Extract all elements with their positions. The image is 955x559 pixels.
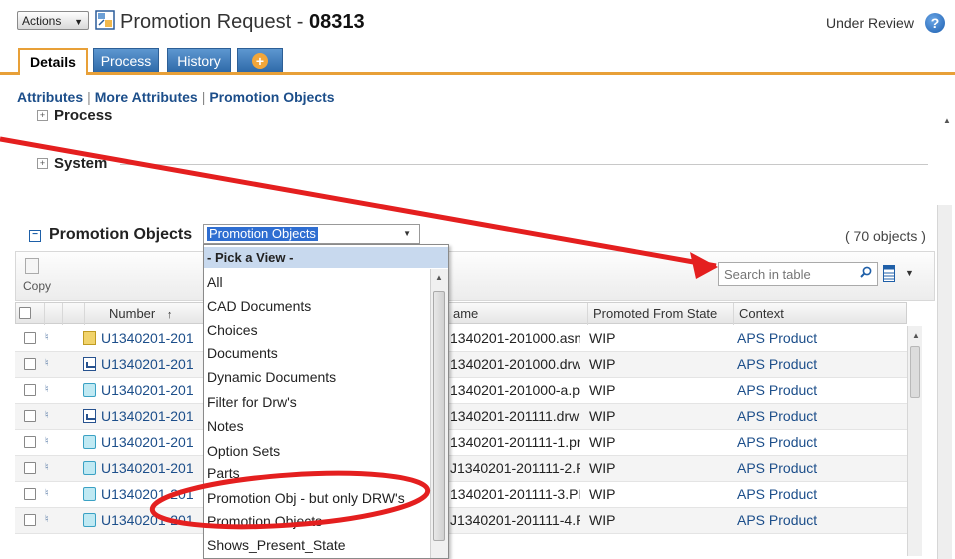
row-info-icon[interactable]: ♮ <box>45 385 57 395</box>
dropdown-option[interactable]: Dynamic Documents <box>207 367 336 387</box>
row-name: 1340201-201111.drw <box>450 408 580 424</box>
row-name: 1340201-201111-3.PRT <box>450 486 580 502</box>
dropdown-option[interactable]: Filter for Drw's <box>207 392 297 412</box>
prt-type-icon <box>83 461 96 475</box>
row-number-link[interactable]: U1340201-201 <box>101 326 203 351</box>
row-info-icon[interactable]: ♮ <box>45 333 57 343</box>
prt-type-icon <box>83 435 96 449</box>
row-number-link[interactable]: U1340201-201 <box>101 404 203 429</box>
row-context-link[interactable]: APS Product <box>737 378 857 403</box>
row-info-icon[interactable]: ♮ <box>45 515 57 525</box>
row-state: WIP <box>589 486 616 502</box>
table-row[interactable]: ♮ U1340201-201 1340201-201000-a.prt WIP APS … <box>15 378 907 404</box>
row-name: J1340201-201111-4.P... <box>450 512 580 528</box>
row-context-link[interactable]: APS Product <box>737 326 857 351</box>
dropdown-option[interactable]: Option Sets <box>207 441 280 461</box>
row-name: 1340201-201111-1.prt <box>450 434 580 450</box>
table-body: ♮ U1340201-201 1340201-201000.asm WIP APS Pr… <box>0 0 955 559</box>
row-number-link[interactable]: U1340201-201 <box>101 352 203 377</box>
row-number-link[interactable]: U1340201-201 <box>101 508 203 533</box>
dropdown-option[interactable]: Documents <box>207 343 278 363</box>
row-info-icon[interactable]: ♮ <box>45 359 57 369</box>
row-checkbox[interactable] <box>24 488 36 500</box>
dropdown-option[interactable]: All <box>207 272 223 292</box>
scroll-up-icon[interactable]: ▲ <box>912 331 920 340</box>
row-context-link[interactable]: APS Product <box>737 352 857 377</box>
row-state: WIP <box>589 408 616 424</box>
row-info-icon[interactable]: ♮ <box>45 463 57 473</box>
row-name: 1340201-201000.asm <box>450 330 580 346</box>
dropdown-option[interactable]: Promotion Objects <box>207 511 322 531</box>
row-checkbox[interactable] <box>24 436 36 448</box>
row-state: WIP <box>589 512 616 528</box>
table-row[interactable]: ♮ U1340201-201 1340201-201111.drw WIP APS Pr… <box>15 404 907 430</box>
row-checkbox[interactable] <box>24 332 36 344</box>
row-number-link[interactable]: U1340201-201 <box>101 456 203 481</box>
table-row[interactable]: ♮ U1340201-201 1340201-201111-3.PRT WIP APS … <box>15 482 907 508</box>
prt-type-icon <box>83 513 96 527</box>
dropdown-option[interactable]: Choices <box>207 320 258 340</box>
asm-type-icon <box>83 331 96 345</box>
prt-type-icon <box>83 487 96 501</box>
row-checkbox[interactable] <box>24 462 36 474</box>
table-scrollbar[interactable]: ▲ <box>907 326 922 556</box>
row-context-link[interactable]: APS Product <box>737 404 857 429</box>
row-state: WIP <box>589 330 616 346</box>
row-info-icon[interactable]: ♮ <box>45 437 57 447</box>
row-context-link[interactable]: APS Product <box>737 482 857 507</box>
view-dropdown-list: - Pick a View - All CAD Documents Choices D… <box>203 244 449 559</box>
row-number-link[interactable]: U1340201-201 <box>101 430 203 455</box>
table-row[interactable]: ♮ U1340201-201 1340201-201000.drw WIP APS Pr… <box>15 352 907 378</box>
dropdown-scrollbar-thumb[interactable] <box>433 291 445 541</box>
row-checkbox[interactable] <box>24 384 36 396</box>
table-scrollbar-thumb[interactable] <box>910 346 920 398</box>
row-state: WIP <box>589 382 616 398</box>
row-name: 1340201-201000-a.prt <box>450 382 580 398</box>
table-row[interactable]: ♮ U1340201-201 1340201-201000.asm WIP APS Pr… <box>15 326 907 352</box>
row-context-link[interactable]: APS Product <box>737 456 857 481</box>
row-state: WIP <box>589 356 616 372</box>
row-name: 1340201-201000.drw <box>450 356 580 372</box>
prt-type-icon <box>83 383 96 397</box>
table-row[interactable]: ♮ U1340201-201 J1340201-201111-4.P... WIP AP… <box>15 508 907 534</box>
dropdown-option[interactable]: Parts <box>207 463 240 483</box>
row-checkbox[interactable] <box>24 514 36 526</box>
drw-type-icon <box>83 409 96 423</box>
table-row[interactable]: ♮ U1340201-201 J1340201-201111-2.P... WIP AP… <box>15 456 907 482</box>
row-state: WIP <box>589 460 616 476</box>
dropdown-option[interactable]: Notes <box>207 416 244 436</box>
scroll-up-icon[interactable]: ▲ <box>435 273 443 282</box>
dropdown-scrollbar[interactable]: ▲ <box>430 269 448 558</box>
row-state: WIP <box>589 434 616 450</box>
row-context-link[interactable]: APS Product <box>737 430 857 455</box>
row-checkbox[interactable] <box>24 358 36 370</box>
row-info-icon[interactable]: ♮ <box>45 411 57 421</box>
row-info-icon[interactable]: ♮ <box>45 489 57 499</box>
dropdown-option[interactable]: CAD Documents <box>207 296 311 316</box>
row-context-link[interactable]: APS Product <box>737 508 857 533</box>
dropdown-option[interactable]: Promotion Obj - but only DRW's <box>207 488 405 508</box>
drw-type-icon <box>83 357 96 371</box>
row-number-link[interactable]: U1340201-201 <box>101 378 203 403</box>
row-checkbox[interactable] <box>24 410 36 422</box>
dropdown-option[interactable]: Shows_Present_State <box>207 535 346 555</box>
row-number-link[interactable]: U1340201-201 <box>101 482 203 507</box>
dropdown-header: - Pick a View - <box>204 247 448 268</box>
row-name: J1340201-201111-2.P... <box>450 460 580 476</box>
table-row[interactable]: ♮ U1340201-201 1340201-201111-1.prt WIP APS … <box>15 430 907 456</box>
